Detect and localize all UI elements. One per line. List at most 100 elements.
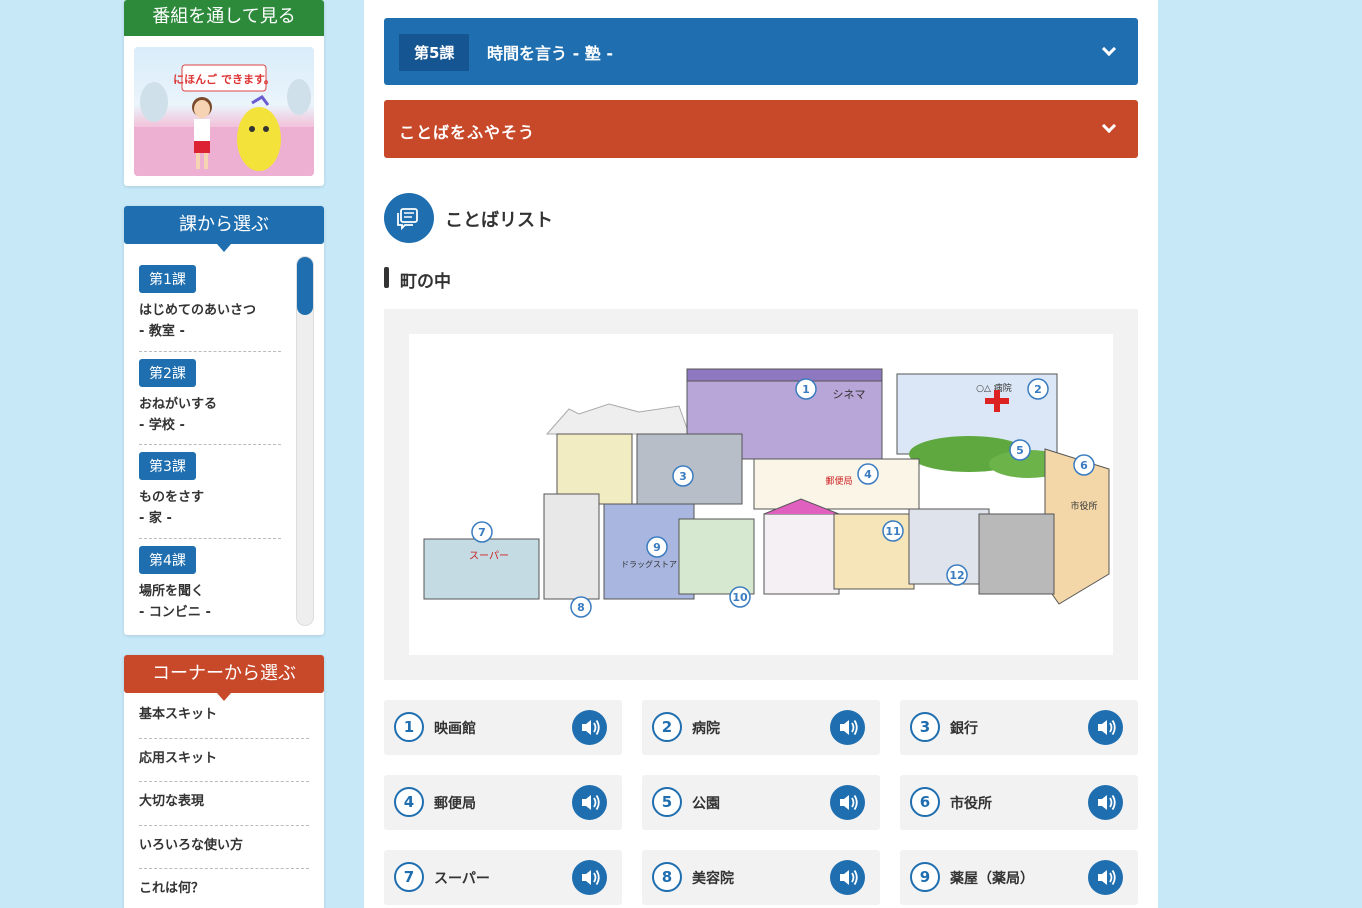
map-label-cinema: シネマ [833,388,866,401]
svg-text:2: 2 [1034,383,1042,396]
vocab-accordion[interactable]: ことばをふやそう [384,100,1138,158]
town-map: シネマ ○△ 病院 郵便局 スーパー ドラッグストア 市役所 1 2 3 4 5… [409,334,1113,655]
lesson-place: - 学校 - [139,417,185,433]
word-card: 2 病院 [642,700,880,755]
lesson-badge: 第1課 [139,265,196,293]
lesson-accordion[interactable]: 第5課 時間を言う - 塾 - [384,18,1138,85]
word-card: 9 薬屋（薬局） [900,850,1138,905]
map-label-supermarket: スーパー [469,550,509,562]
word-text: 郵便局 [434,796,476,812]
lesson-badge: 第4課 [139,545,196,574]
lesson-place: - コンビニ - [139,604,211,620]
lesson-select-panel: 課から選ぶ 第1課 はじめてのあいさつ - 教室 - 第2課 おねがいする - … [124,206,324,635]
lesson-item-2[interactable]: 第2課 おねがいする - 学校 - [139,352,281,445]
word-card: 3 銀行 [900,700,1138,755]
current-lesson-title: 時間を言う - 塾 - [487,44,613,63]
word-list-title: ことばリスト [445,210,553,231]
program-thumbnail[interactable]: にほんご できます。 [134,47,314,176]
word-text: 銀行 [950,721,978,737]
speaker-icon[interactable] [1088,710,1123,745]
lesson-item-3[interactable]: 第3課 ものをさす - 家 - [139,445,281,539]
corner-item-basic-skit[interactable]: 基本スキット [139,695,309,739]
current-lesson-badge: 第5課 [399,34,470,71]
map-label-drugstore: ドラッグストア [621,559,677,569]
word-number: 3 [910,712,940,742]
corner-select-panel: コーナーから選ぶ 基本スキット 応用スキット 大切な表現 いろいろな使い方 これ… [124,655,324,908]
map-label-city-hall: 市役所 [1070,500,1097,512]
speaker-icon[interactable] [572,710,607,745]
svg-text:9: 9 [653,541,661,554]
section-marker [384,267,389,288]
lesson-place: - 家 - [139,511,172,526]
lesson-title: はじめてのあいさつ [139,303,257,318]
lesson-item-1[interactable]: 第1課 はじめてのあいさつ - 教室 - [139,258,281,352]
word-card: 7 スーパー [384,850,622,905]
lesson-badge: 第2課 [139,358,196,387]
word-text: 市役所 [950,796,992,812]
speaker-icon[interactable] [1088,785,1123,820]
word-text: スーパー [434,871,490,887]
corner-item-key-expressions[interactable]: 大切な表現 [139,782,309,826]
word-text: 公園 [692,796,720,812]
watch-program-panel: 番組を通して見る にほんご できます。 [124,0,324,186]
corner-item-various-uses[interactable]: いろいろな使い方 [139,826,309,869]
speaker-icon[interactable] [572,785,607,820]
svg-text:11: 11 [885,525,900,538]
word-card: 1 映画館 [384,700,622,755]
svg-text:4: 4 [864,468,872,481]
svg-text:1: 1 [802,383,810,396]
word-card: 6 市役所 [900,775,1138,830]
word-text: 映画館 [434,721,476,737]
main-content: 第5課 時間を言う - 塾 - ことばをふやそう ことばリスト 町の中 シネマ [364,0,1158,908]
map-label-post-office: 郵便局 [825,475,852,487]
word-number: 1 [394,712,424,742]
lesson-title: 場所を聞く [139,583,205,599]
lesson-title: ものをさす [139,490,205,505]
word-card: 5 公園 [642,775,880,830]
word-number: 6 [910,787,940,817]
svg-text:10: 10 [732,591,748,604]
speaker-icon[interactable] [1088,860,1123,895]
lesson-badge: 第3課 [139,452,196,480]
svg-text:7: 7 [478,526,486,539]
word-card: 4 郵便局 [384,775,622,830]
corner-item-applied-skit[interactable]: 応用スキット [139,739,309,782]
lesson-select-title: 課から選ぶ [124,206,324,252]
svg-text:12: 12 [949,569,964,582]
vocab-accordion-title: ことばをふやそう [399,123,536,142]
speaker-icon[interactable] [830,710,865,745]
speaker-icon[interactable] [830,785,865,820]
word-number: 4 [394,787,424,817]
word-card: 8 美容院 [642,850,880,905]
svg-text:5: 5 [1016,444,1024,457]
svg-text:6: 6 [1080,459,1088,472]
town-map-frame: シネマ ○△ 病院 郵便局 スーパー ドラッグストア 市役所 1 2 3 4 5… [384,309,1138,680]
chevron-down-icon[interactable] [1101,41,1117,57]
watch-program-title[interactable]: 番組を通して見る [124,0,324,36]
svg-text:3: 3 [679,470,687,483]
lesson-list: 第1課 はじめてのあいさつ - 教室 - 第2課 おねがいする - 学校 - 第… [139,258,281,632]
lesson-scrollbar[interactable] [296,256,314,626]
lesson-item-4[interactable]: 第4課 場所を聞く - コンビニ - [139,539,281,633]
corner-item-what-is-this[interactable]: これは何？ [139,869,309,908]
corner-select-title: コーナーから選ぶ [124,655,324,701]
word-number: 9 [910,862,940,892]
word-text: 薬屋（薬局） [950,871,1034,887]
word-number: 8 [652,862,682,892]
lesson-place: - 教室 - [139,324,185,339]
chevron-down-icon[interactable] [1101,118,1117,134]
word-text: 美容院 [692,871,734,887]
thumbnail-logo-text: にほんご できます。 [173,72,275,86]
section-title: 町の中 [400,272,451,292]
lesson-title: おねがいする [139,396,218,412]
speaker-icon[interactable] [572,860,607,895]
word-number: 2 [652,712,682,742]
svg-text:8: 8 [577,601,585,614]
word-number: 7 [394,862,424,892]
word-number: 5 [652,787,682,817]
word-list-icon [384,193,434,243]
sidebar: 番組を通して見る にほんご できます。 課から選ぶ 第1課 はじめてのあいさつ … [124,0,324,908]
lesson-scrollbar-thumb[interactable] [297,257,313,315]
word-text: 病院 [692,721,720,737]
speaker-icon[interactable] [830,860,865,895]
